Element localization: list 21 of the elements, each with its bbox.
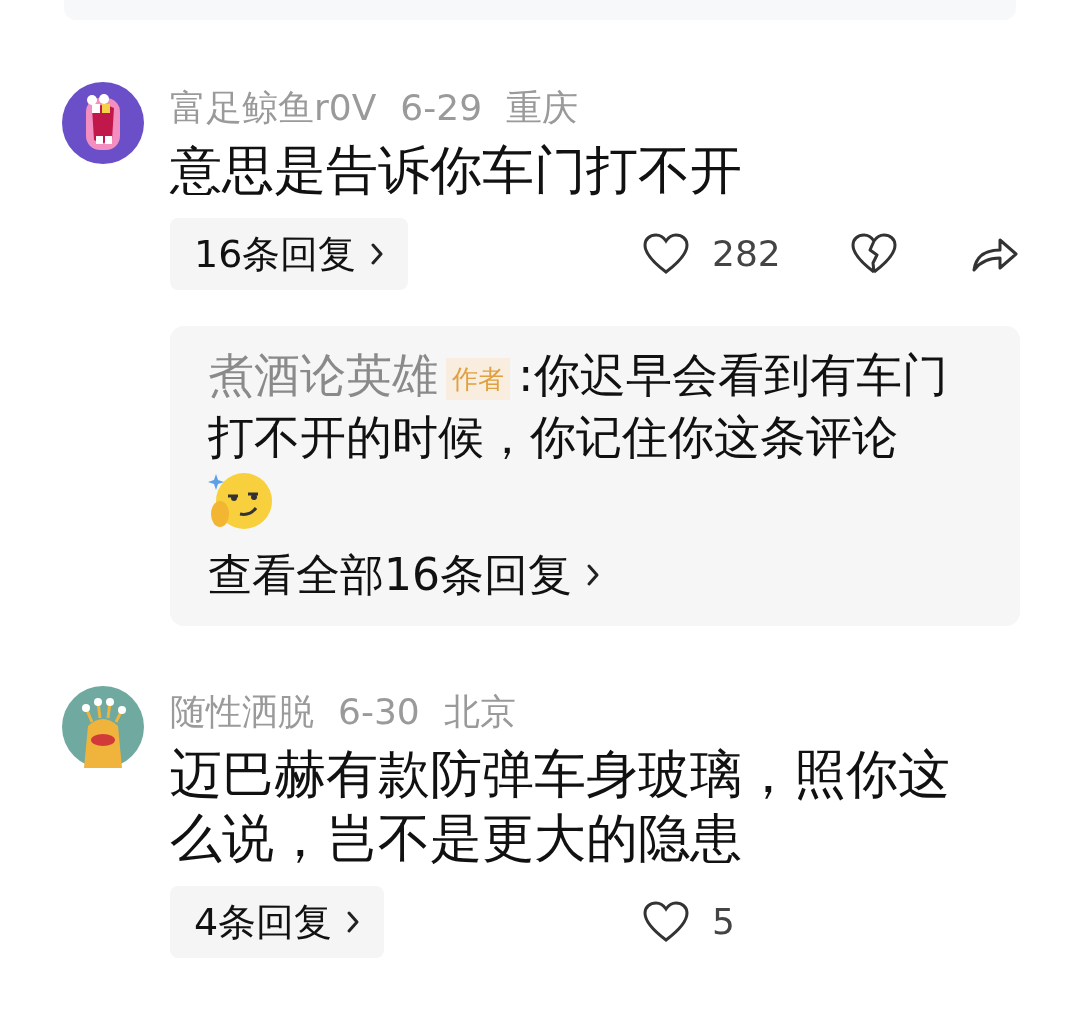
comment-date: 6-30 — [338, 690, 420, 734]
comment-location: 重庆 — [506, 86, 579, 130]
author-badge: 作者 — [446, 357, 510, 400]
comment-text: 迈巴赫有款防弹车身玻璃，照你这么说，岂不是更大的隐患 — [170, 743, 951, 870]
reply-text: 煮酒论英雄 作者 :你迟早会看到有车门打不开的时候，你记住你这条评论 — [208, 347, 949, 466]
heart-icon[interactable] — [642, 900, 690, 944]
comment-date: 6-29 — [400, 86, 483, 130]
avatar-icon[interactable] — [62, 82, 144, 164]
like-count: 282 — [712, 232, 781, 276]
view-all-replies-link[interactable]: 查看全部16条回复 — [208, 544, 600, 606]
comment-location: 北京 — [443, 690, 516, 734]
like-count: 5 — [712, 900, 735, 944]
heart-icon[interactable] — [642, 232, 690, 276]
chevron-icon — [346, 910, 361, 934]
avatar-icon[interactable] — [62, 686, 144, 768]
comment-text: 意思是告诉你车门打不开 — [170, 139, 743, 202]
broken-heart-icon[interactable] — [850, 232, 898, 276]
replies-button[interactable]: 16条回复 — [170, 218, 409, 290]
chevron-icon — [586, 563, 600, 587]
chevron-icon — [370, 242, 385, 266]
replies-button[interactable]: 4条回复 — [170, 886, 385, 958]
